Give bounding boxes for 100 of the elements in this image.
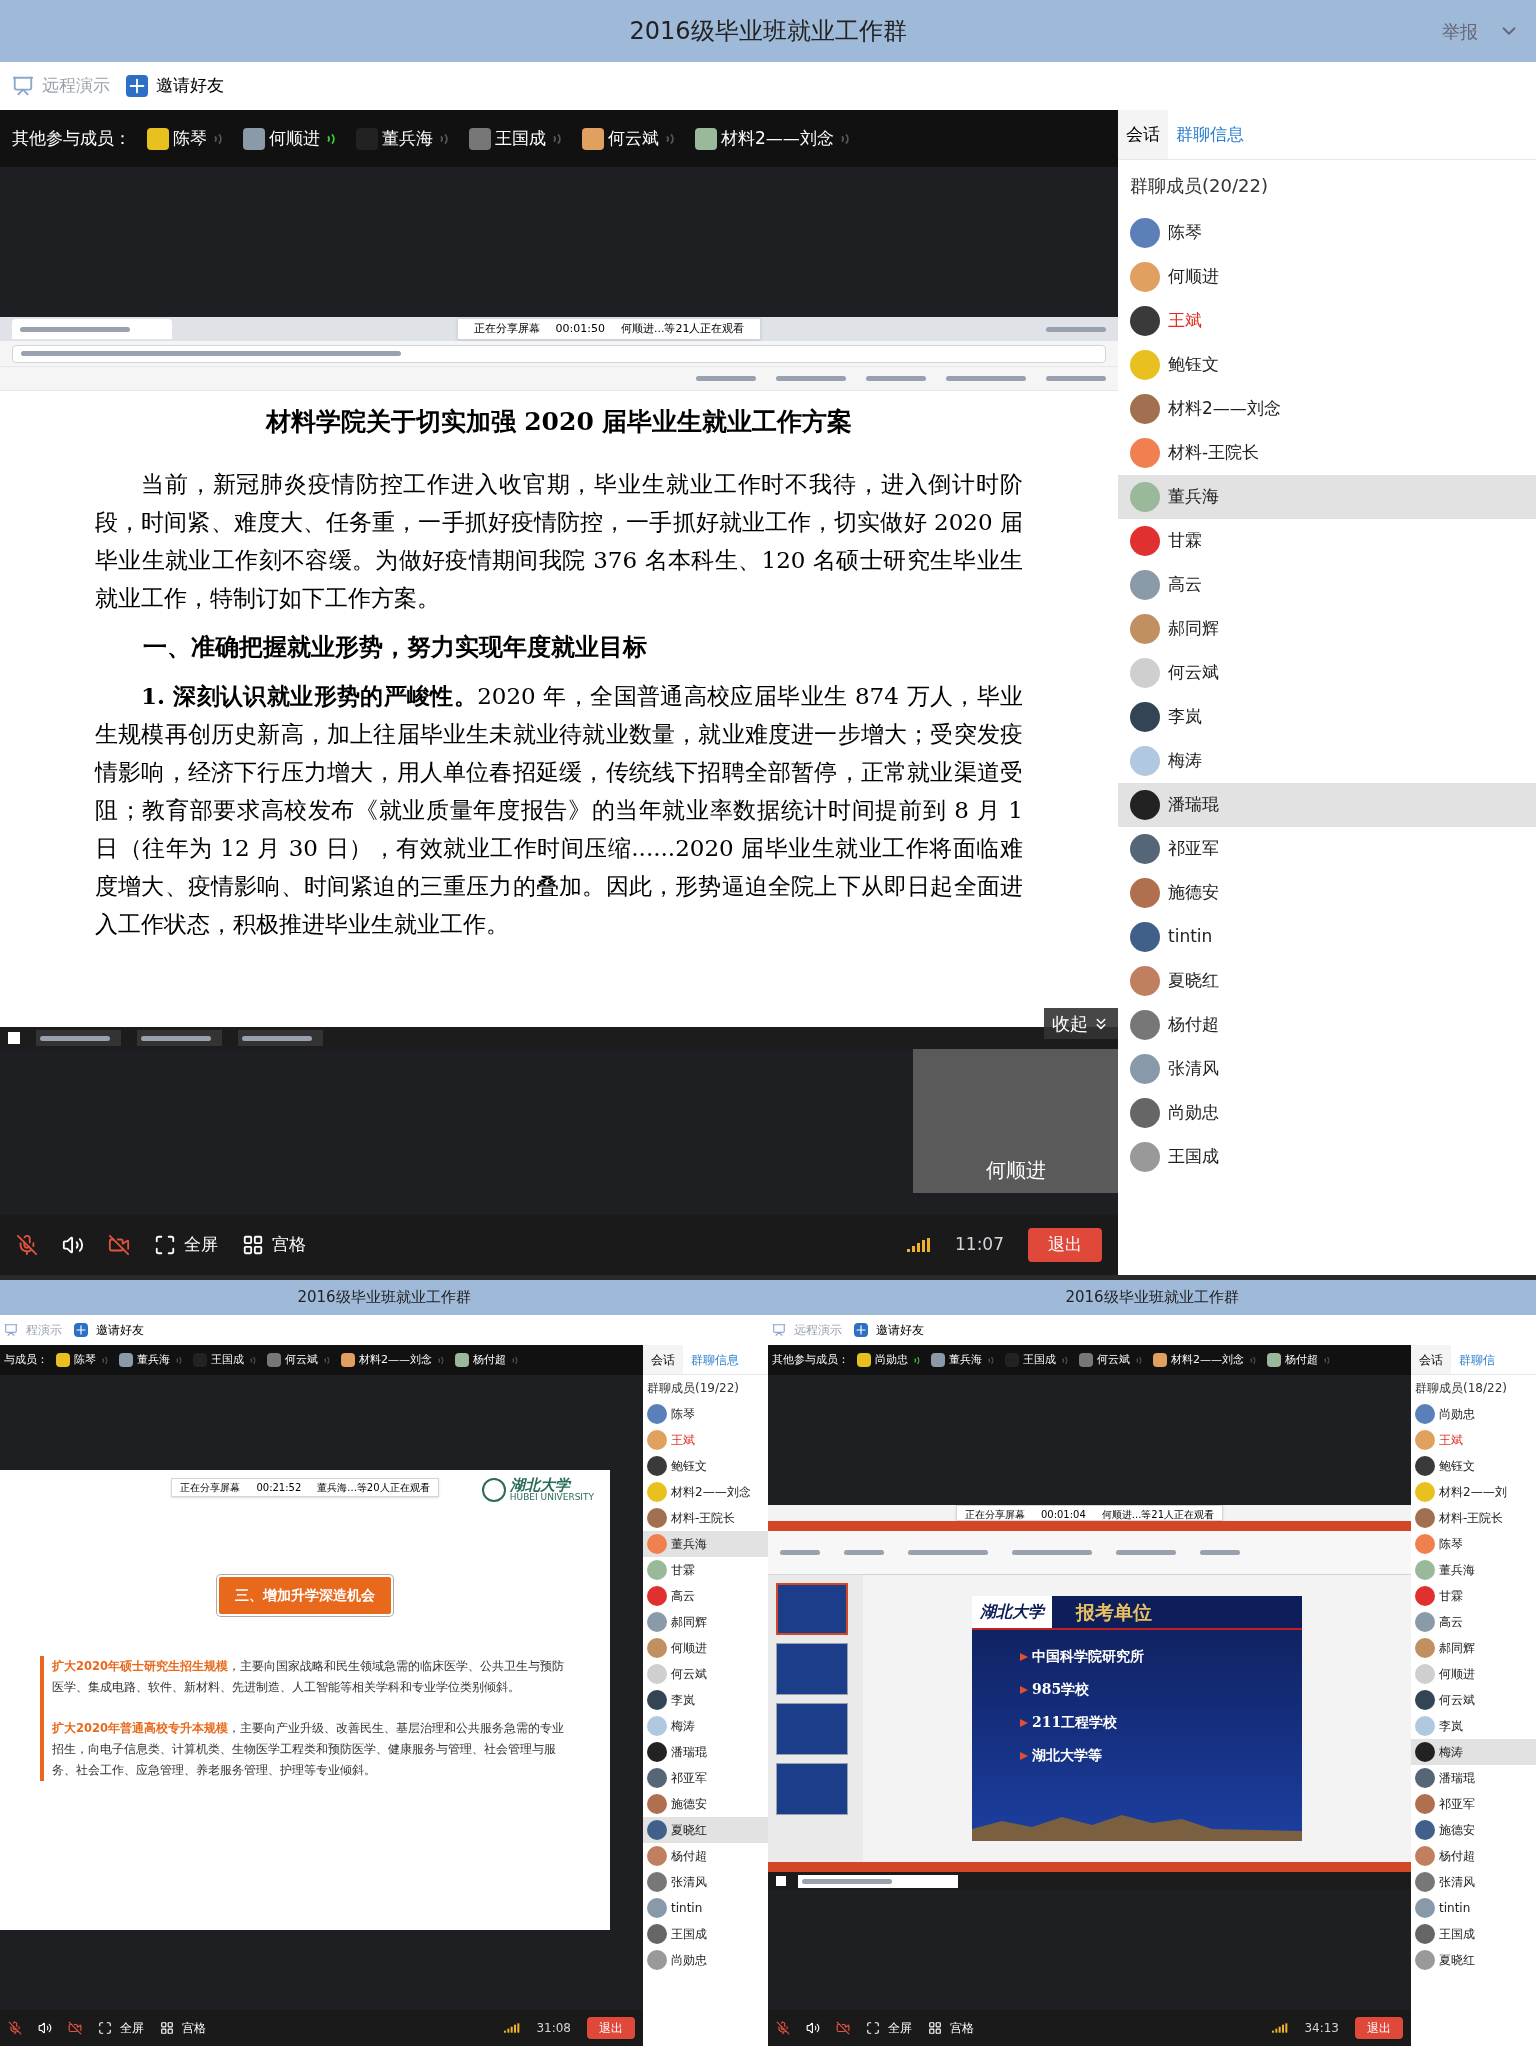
participant-name[interactable]: 王国成 <box>211 1351 244 1369</box>
member-row[interactable]: 尚勋忠 <box>1118 1091 1536 1135</box>
participant-name[interactable]: 董兵海 <box>949 1351 982 1369</box>
member-row[interactable]: 王国成 <box>1411 1921 1536 1947</box>
browser-tab[interactable] <box>12 319 172 339</box>
member-row[interactable]: 施德安 <box>1118 871 1536 915</box>
member-row[interactable]: 何顺进 <box>643 1635 768 1661</box>
taskbar-app[interactable] <box>238 1030 323 1046</box>
toolbar-button[interactable]: 邀请好友 <box>854 1321 924 1339</box>
panel-tab[interactable]: 会话 <box>643 1345 683 1374</box>
member-row[interactable]: tintin <box>1411 1895 1536 1921</box>
member-row[interactable]: 梅涛 <box>1118 739 1536 783</box>
member-row[interactable]: 张清风 <box>1118 1047 1536 1091</box>
grid-view-button[interactable]: 宫格 <box>928 2019 974 2037</box>
camera-off-icon[interactable] <box>108 1234 130 1256</box>
mic-off-icon[interactable] <box>16 1234 38 1256</box>
member-row[interactable]: 甘霖 <box>1411 1583 1536 1609</box>
member-row[interactable]: 祁亚军 <box>643 1765 768 1791</box>
member-row[interactable]: 夏晓红 <box>643 1817 768 1843</box>
member-row[interactable]: 甘霖 <box>1118 519 1536 563</box>
member-row[interactable]: 高云 <box>643 1583 768 1609</box>
participant-name[interactable]: 材料2——刘念 <box>1171 1351 1244 1369</box>
camera-off-icon[interactable] <box>68 2021 82 2035</box>
member-row[interactable]: 何顺进 <box>1411 1661 1536 1687</box>
mic-off-icon[interactable] <box>776 2021 790 2035</box>
member-row[interactable]: 施德安 <box>643 1791 768 1817</box>
member-row[interactable]: 李岚 <box>1118 695 1536 739</box>
member-row[interactable]: 祁亚军 <box>1118 827 1536 871</box>
member-row[interactable]: 材料-王院长 <box>1411 1505 1536 1531</box>
member-row[interactable]: 材料-王院长 <box>1118 431 1536 475</box>
member-row[interactable]: 何云斌 <box>1118 651 1536 695</box>
member-row[interactable]: 祁亚军 <box>1411 1791 1536 1817</box>
member-row[interactable]: 鲍钰文 <box>643 1453 768 1479</box>
participant-name[interactable]: 何云斌 <box>285 1351 318 1369</box>
grid-view-button[interactable]: 宫格 <box>160 2019 206 2037</box>
member-row[interactable]: tintin <box>643 1895 768 1921</box>
member-row[interactable]: 张清风 <box>643 1869 768 1895</box>
member-row[interactable]: 潘瑞琨 <box>643 1739 768 1765</box>
member-row[interactable]: 王斌 <box>643 1427 768 1453</box>
member-row[interactable]: 鲍钰文 <box>1411 1453 1536 1479</box>
toolbar-button[interactable]: 邀请好友 <box>126 73 224 99</box>
participant-name[interactable]: 尚勋忠 <box>875 1351 908 1369</box>
slide-thumbnail[interactable] <box>776 1643 848 1695</box>
taskbar-app[interactable] <box>137 1030 222 1046</box>
participant-name[interactable]: 何顺进 <box>269 125 320 152</box>
participant-name[interactable]: 杨付超 <box>1285 1351 1318 1369</box>
member-row[interactable]: 杨付超 <box>1118 1003 1536 1047</box>
member-row[interactable]: 李岚 <box>1411 1713 1536 1739</box>
member-row[interactable]: 尚勋忠 <box>643 1947 768 1973</box>
member-row[interactable]: 甘霖 <box>643 1557 768 1583</box>
member-row[interactable]: tintin <box>1118 915 1536 959</box>
participant-name[interactable]: 王国成 <box>495 125 546 152</box>
taskbar-search-field[interactable] <box>798 1874 958 1888</box>
slide-thumbnail[interactable] <box>776 1703 848 1755</box>
fullscreen-button[interactable]: 全屏 <box>98 2019 144 2037</box>
collapse-button[interactable]: 收起 <box>1044 1008 1118 1039</box>
mic-off-icon[interactable] <box>8 2021 22 2035</box>
exit-button[interactable]: 退出 <box>1028 1228 1102 1262</box>
member-row[interactable]: 材料2——刘念 <box>1118 387 1536 431</box>
member-row[interactable]: 陈琴 <box>643 1401 768 1427</box>
exit-button[interactable]: 退出 <box>1355 2017 1403 2039</box>
windows-start-icon[interactable] <box>776 1876 786 1886</box>
member-row[interactable]: 王斌 <box>1118 299 1536 343</box>
member-row[interactable]: 王国成 <box>643 1921 768 1947</box>
member-row[interactable]: 潘瑞琨 <box>1411 1765 1536 1791</box>
exit-button[interactable]: 退出 <box>587 2017 635 2039</box>
member-row[interactable]: 材料2——刘念 <box>643 1479 768 1505</box>
member-row[interactable]: 张清风 <box>1411 1869 1536 1895</box>
member-row[interactable]: 夏晓红 <box>1411 1947 1536 1973</box>
speaker-icon[interactable] <box>38 2021 52 2035</box>
address-bar[interactable] <box>12 344 1106 363</box>
member-row[interactable]: 董兵海 <box>1118 475 1536 519</box>
member-row[interactable]: 梅涛 <box>643 1713 768 1739</box>
member-row[interactable]: 潘瑞琨 <box>1118 783 1536 827</box>
member-row[interactable]: 材料2——刘 <box>1411 1479 1536 1505</box>
speaker-icon[interactable] <box>806 2021 820 2035</box>
participant-name[interactable]: 王国成 <box>1023 1351 1056 1369</box>
participant-name[interactable]: 何云斌 <box>1097 1351 1130 1369</box>
member-row[interactable]: 鲍钰文 <box>1118 343 1536 387</box>
grid-view-button[interactable]: 宫格 <box>242 1232 306 1258</box>
member-row[interactable]: 杨付超 <box>643 1843 768 1869</box>
fullscreen-button[interactable]: 全屏 <box>866 2019 912 2037</box>
member-row[interactable]: 梅涛 <box>1411 1739 1536 1765</box>
participant-name[interactable]: 董兵海 <box>382 125 433 152</box>
member-row[interactable]: 高云 <box>1411 1609 1536 1635</box>
member-row[interactable]: 王国成 <box>1118 1135 1536 1179</box>
panel-tab[interactable]: 会话 <box>1118 110 1168 159</box>
member-row[interactable]: 郝同辉 <box>643 1609 768 1635</box>
member-row[interactable]: 王斌 <box>1411 1427 1536 1453</box>
member-row[interactable]: 郝同辉 <box>1411 1635 1536 1661</box>
toolbar-button[interactable]: 邀请好友 <box>74 1321 144 1339</box>
participant-name[interactable]: 杨付超 <box>473 1351 506 1369</box>
panel-tab[interactable]: 会话 <box>1411 1345 1451 1374</box>
participant-name[interactable]: 董兵海 <box>137 1351 170 1369</box>
member-row[interactable]: 董兵海 <box>1411 1557 1536 1583</box>
member-row[interactable]: 夏晓红 <box>1118 959 1536 1003</box>
member-row[interactable]: 董兵海 <box>643 1531 768 1557</box>
slide-thumbnail[interactable] <box>776 1763 848 1815</box>
speaker-icon[interactable] <box>62 1234 84 1256</box>
participant-name[interactable]: 材料2——刘念 <box>359 1351 432 1369</box>
